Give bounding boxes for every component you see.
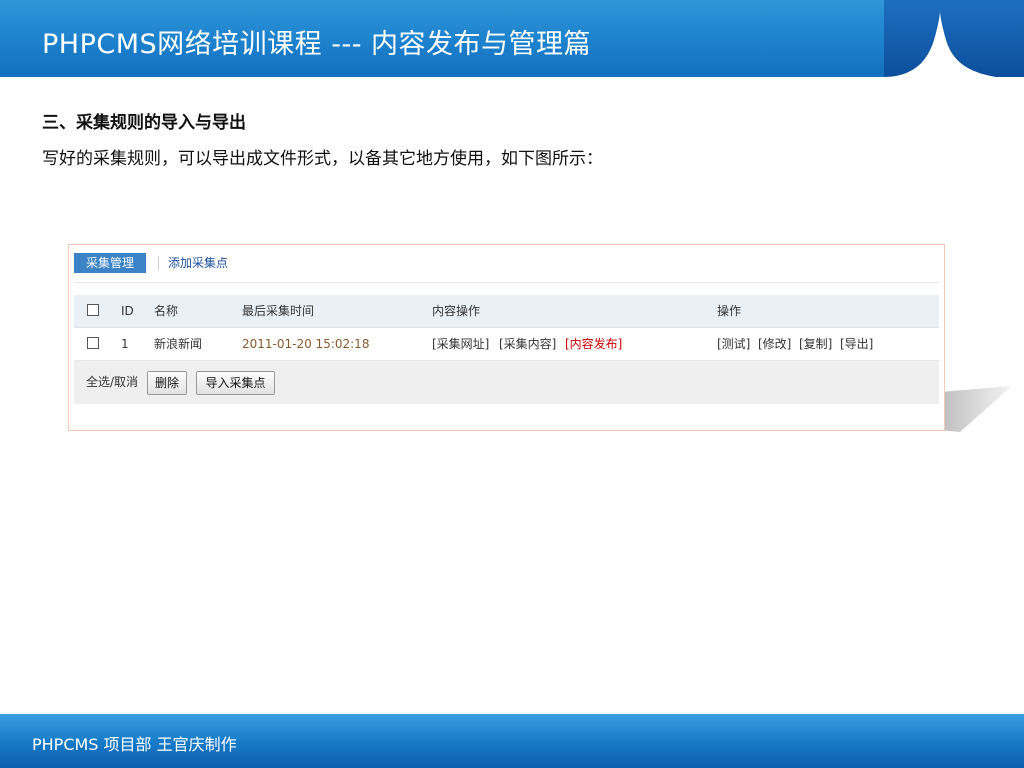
tab-separator [158, 256, 159, 270]
select-all-checkbox[interactable] [87, 304, 99, 316]
table-header: ID 名称 最后采集时间 内容操作 操作 [74, 295, 939, 328]
column-ops: 操作 [717, 304, 742, 318]
section-heading: 三、采集规则的导入与导出 [42, 113, 246, 133]
collect-url-link[interactable]: [采集网址] [432, 328, 489, 360]
export-link[interactable]: [导出] [840, 328, 873, 360]
collect-content-link[interactable]: [采集内容] [499, 328, 556, 360]
row-checkbox[interactable] [87, 337, 99, 349]
collect-table: ID 名称 最后采集时间 内容操作 操作 1 新浪新闻 2011-01-20 1… [74, 295, 939, 361]
slide-title: PHPCMS网络培训课程 --- 内容发布与管理篇 [42, 29, 592, 60]
column-last-time: 最后采集时间 [242, 304, 315, 318]
table-footer: 全选/取消 删除 导入采集点 [74, 361, 939, 404]
import-collect-point-button[interactable]: 导入采集点 [196, 371, 275, 395]
row-id: 1 [121, 337, 129, 351]
section-description: 写好的采集规则，可以导出成文件形式，以备其它地方使用，如下图所示： [42, 149, 603, 169]
header-decoration-icon [884, 0, 1024, 77]
screenshot-shadow [940, 386, 1012, 432]
divider [74, 282, 939, 283]
column-content-ops: 内容操作 [432, 304, 481, 318]
column-name: 名称 [154, 304, 179, 318]
test-link[interactable]: [测试] [717, 328, 750, 360]
edit-link[interactable]: [修改] [758, 328, 791, 360]
footer-credit: PHPCMS 项目部 王官庆制作 [32, 735, 237, 754]
delete-button[interactable]: 删除 [147, 371, 187, 395]
admin-screenshot: 采集管理 添加采集点 ID 名称 最后采集时间 内容操作 操作 1 新浪新闻 2… [68, 244, 945, 431]
select-all-toggle[interactable]: 全选/取消 [86, 361, 138, 404]
slide-header: PHPCMS网络培训课程 --- 内容发布与管理篇 [0, 0, 1024, 77]
row-name: 新浪新闻 [154, 337, 203, 351]
column-id: ID [121, 304, 134, 318]
slide-footer: PHPCMS 项目部 王官庆制作 [0, 714, 1024, 768]
copy-link[interactable]: [复制] [799, 328, 832, 360]
add-collect-point-link[interactable]: 添加采集点 [168, 253, 228, 273]
content-publish-link[interactable]: [内容发布] [565, 328, 622, 360]
table-row: 1 新浪新闻 2011-01-20 15:02:18 [采集网址] [采集内容]… [74, 328, 939, 361]
row-last-time: 2011-01-20 15:02:18 [242, 337, 370, 351]
tab-collect-manage[interactable]: 采集管理 [74, 253, 146, 273]
